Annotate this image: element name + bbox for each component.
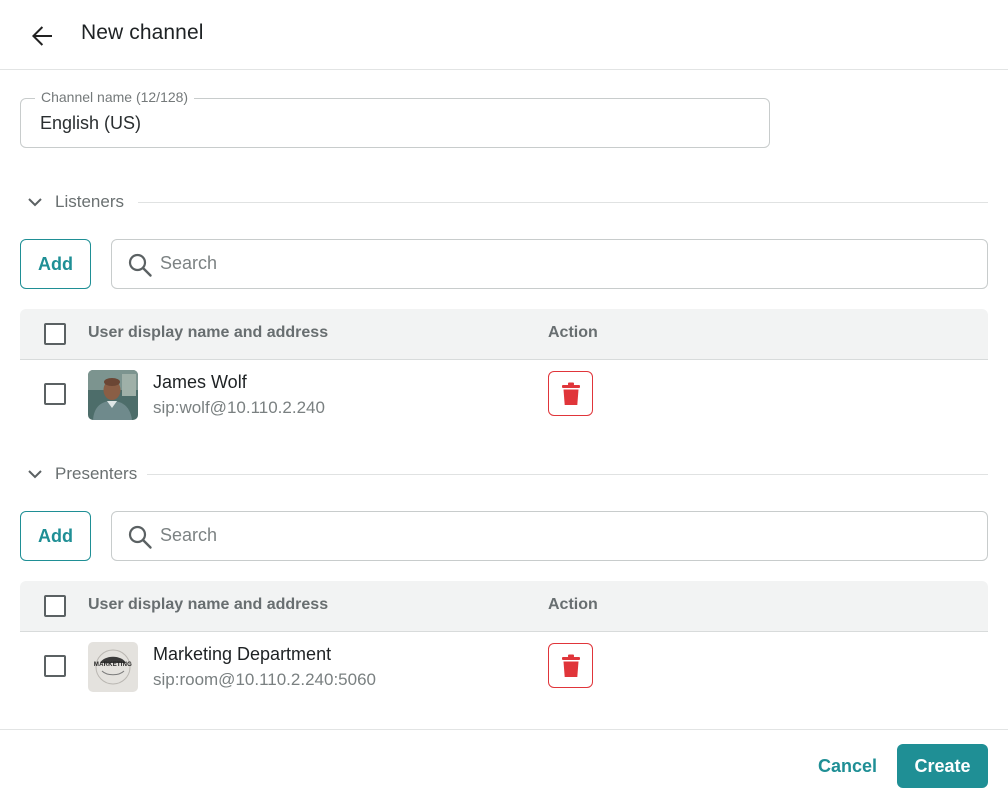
page-title: New channel — [81, 21, 204, 44]
create-button[interactable]: Create — [897, 744, 988, 788]
chevron-down-icon[interactable] — [26, 465, 44, 483]
presenters-search-input[interactable] — [160, 525, 960, 546]
person-photo — [88, 370, 138, 420]
avatar — [88, 370, 138, 420]
channel-name-label: Channel name (12/128) — [35, 89, 195, 105]
channel-name-field[interactable]: Channel name (12/128) — [20, 89, 770, 148]
listeners-section-label: Listeners — [55, 192, 134, 212]
add-listener-button[interactable]: Add — [20, 239, 91, 289]
row-checkbox[interactable] — [44, 383, 66, 405]
select-all-listeners-checkbox[interactable] — [44, 323, 66, 345]
listeners-search-input[interactable] — [160, 253, 960, 274]
trash-icon — [561, 654, 580, 677]
listeners-search-box[interactable] — [111, 239, 988, 289]
avatar: MARKETING — [88, 642, 138, 692]
column-header-action: Action — [548, 324, 598, 341]
delete-presenter-button[interactable] — [548, 643, 593, 688]
column-header-user: User display name and address — [88, 596, 329, 613]
chevron-down-icon[interactable] — [26, 193, 44, 211]
presenters-table-header: User display name and address Action — [20, 581, 988, 632]
add-presenter-button[interactable]: Add — [20, 511, 91, 561]
listeners-section-header[interactable]: Listeners — [20, 190, 988, 214]
user-address: sip:room@10.110.2.240:5060 — [153, 670, 376, 689]
section-divider — [138, 474, 988, 475]
listeners-table-header: User display name and address Action — [20, 309, 988, 360]
section-divider — [138, 202, 988, 203]
search-icon — [128, 253, 152, 277]
table-row: James Wolf sip:wolf@10.110.2.240 — [20, 360, 988, 430]
presenters-search-box[interactable] — [111, 511, 988, 561]
table-row: MARKETING Marketing Department sip:room@… — [20, 632, 988, 702]
column-header-user: User display name and address — [88, 324, 329, 341]
arrow-left-icon — [32, 26, 52, 46]
footer: Cancel Create — [0, 729, 1008, 800]
select-all-presenters-checkbox[interactable] — [44, 595, 66, 617]
search-icon — [128, 525, 152, 549]
user-display-name: James Wolf — [153, 372, 247, 392]
column-header-action: Action — [548, 596, 598, 613]
user-address: sip:wolf@10.110.2.240 — [153, 398, 325, 417]
delete-listener-button[interactable] — [548, 371, 593, 416]
channel-name-input[interactable] — [40, 113, 740, 134]
user-display-name: Marketing Department — [153, 644, 332, 664]
marketing-logo-text: MARKETING — [93, 662, 133, 668]
cancel-button[interactable]: Cancel — [806, 744, 889, 788]
trash-icon — [561, 382, 580, 405]
row-checkbox[interactable] — [44, 655, 66, 677]
back-button[interactable] — [26, 20, 58, 52]
presenters-section-label: Presenters — [55, 464, 148, 484]
presenters-section-header[interactable]: Presenters — [20, 462, 988, 486]
header: New channel — [0, 0, 1008, 70]
